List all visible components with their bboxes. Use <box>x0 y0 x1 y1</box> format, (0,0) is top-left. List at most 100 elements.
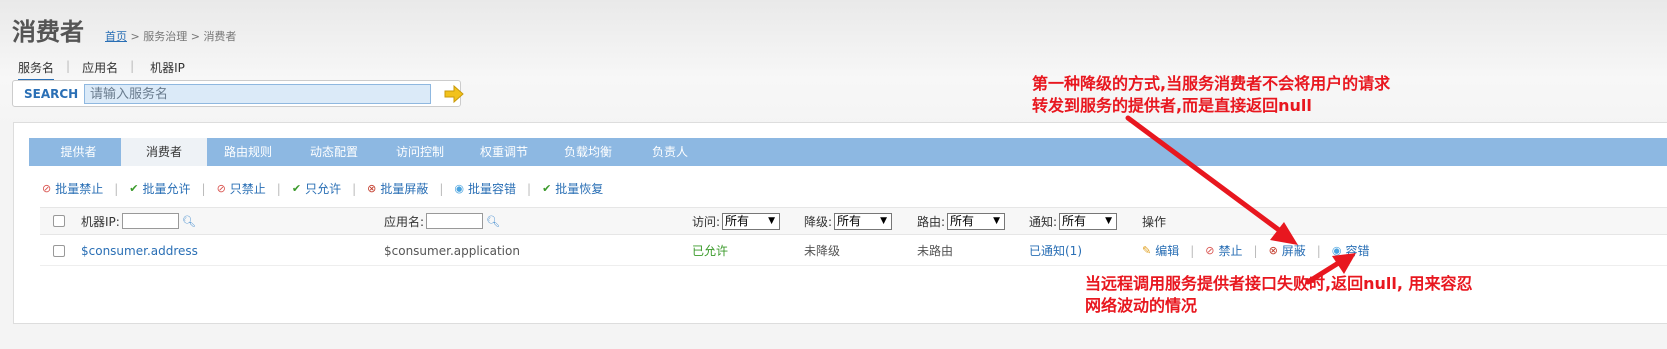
arrow-right-icon[interactable] <box>444 85 464 103</box>
divider: | <box>66 59 71 73</box>
divider: | <box>352 181 357 196</box>
batch-block-button[interactable]: ⊗ 批量屏蔽 <box>367 180 428 197</box>
batch-restore-button[interactable]: ✔ 批量恢复 <box>542 180 603 197</box>
batch-actions-toolbar: ⊘ 批量禁止 | ✔ 批量允许 | ⊘ 只禁止 | ✔ 只允许 | ⊗ 批量屏蔽 | ◉ 批… <box>42 180 603 197</box>
divider: | <box>201 181 206 196</box>
only-allow-button[interactable]: ✔ 只允许 <box>292 180 341 197</box>
breadcrumb: 首页 > 服务治理 > 消费者 <box>105 28 236 44</box>
row-checkbox[interactable] <box>53 244 65 257</box>
tab-routing-rules[interactable]: 路由规则 <box>207 138 289 166</box>
consumer-table: 机器IP: 🔍︎ 应用名: 🔍︎ 访问: 所有 ▼ 降级: 所有 ▼ 路由: 所有 ▼ <box>40 207 1667 267</box>
access-filter: 访问: 所有 ▼ <box>692 208 781 234</box>
breadcrumb-separator: > <box>127 30 144 43</box>
check-icon: ✔ <box>291 182 302 195</box>
search-tab-machine-ip[interactable]: 机器IP <box>150 59 185 81</box>
action-label: 批量恢复 <box>555 182 604 196</box>
machine-ip-label: 机器IP: <box>81 214 120 229</box>
degrade-filter: 降级: 所有 ▼ <box>804 208 893 234</box>
action-label: 只允许 <box>305 182 342 196</box>
ban-icon: ⊘ <box>216 182 226 195</box>
machine-ip-filter: 机器IP: 🔍︎ <box>81 208 196 234</box>
app-name-filter: 应用名: 🔍︎ <box>384 208 500 234</box>
row-select-cell <box>53 236 65 265</box>
annotation-line: 转发到服务的提供者,而是直接返回null <box>1032 96 1312 115</box>
annotation-fault-tolerance: 当远程调用服务提供者接口失败时,返回null, 用来容忍 网络波动的情况 <box>1085 273 1472 317</box>
app-name-filter-input[interactable] <box>426 213 484 229</box>
tab-load-balance[interactable]: 负载均衡 <box>545 138 631 166</box>
operations-header: 操作 <box>1142 214 1167 229</box>
table-header: 机器IP: 🔍︎ 应用名: 🔍︎ 访问: 所有 ▼ 降级: 所有 ▼ 路由: 所有 ▼ <box>40 207 1667 235</box>
tolerance-icon: ◉ <box>1331 244 1342 257</box>
search-input[interactable] <box>84 84 431 104</box>
tolerance-button[interactable]: ◉ 容错 <box>1332 242 1370 259</box>
block-icon: ⊗ <box>1268 244 1278 257</box>
select-value: 所有 <box>725 213 750 228</box>
op-label: 屏蔽 <box>1281 244 1306 258</box>
notify-status-link[interactable]: 已通知(1) <box>1029 236 1082 265</box>
degrade-select[interactable]: 所有 ▼ <box>834 212 893 230</box>
tab-consumers[interactable]: 消费者 <box>121 138 207 166</box>
select-value: 所有 <box>950 213 975 228</box>
route-label: 路由: <box>917 214 946 229</box>
annotation-first-degrade-method: 第一种降级的方式,当服务消费者不会将用户的请求 转发到服务的提供者,而是直接返回… <box>1032 73 1390 117</box>
dropdown-arrow-icon: ▼ <box>880 215 888 226</box>
search-icon[interactable]: 🔍︎ <box>182 215 196 228</box>
action-label: 批量允许 <box>142 182 191 196</box>
annotation-line: 当远程调用服务提供者接口失败时,返回null, 用来容忍 <box>1085 274 1473 293</box>
degrade-status: 未降级 <box>804 244 841 258</box>
search-type-tabs: 服务名 | 应用名 | 机器IP <box>18 59 185 81</box>
annotation-line: 网络波动的情况 <box>1085 296 1198 315</box>
access-select[interactable]: 所有 ▼ <box>722 212 781 230</box>
breadcrumb-current: 消费者 <box>203 30 237 43</box>
tab-dynamic-config[interactable]: 动态配置 <box>291 138 377 166</box>
breadcrumb-section[interactable]: 服务治理 <box>143 30 187 43</box>
divider: | <box>1316 243 1321 258</box>
check-icon: ✔ <box>542 182 552 195</box>
annotation-line: 第一种降级的方式,当服务消费者不会将用户的请求 <box>1032 74 1391 93</box>
divider: | <box>130 59 135 73</box>
notify-select[interactable]: 所有 ▼ <box>1059 212 1118 230</box>
breadcrumb-separator: > <box>187 30 204 43</box>
select-all-cell <box>53 208 65 234</box>
header-background <box>0 0 1667 130</box>
notify-label: 通知: <box>1029 214 1058 229</box>
tab-access-control[interactable]: 访问控制 <box>377 138 463 166</box>
dropdown-arrow-icon: ▼ <box>1105 215 1113 226</box>
tab-weight-adjust[interactable]: 权重调节 <box>461 138 547 166</box>
block-icon: ⊗ <box>367 182 377 195</box>
search-tab-service-name[interactable]: 服务名 <box>18 59 55 81</box>
app-name-label: 应用名: <box>384 214 425 229</box>
tab-providers[interactable]: 提供者 <box>29 138 128 166</box>
forbid-button[interactable]: ⊘ 禁止 <box>1205 242 1242 259</box>
access-status: 已允许 <box>692 244 729 258</box>
consumer-application: $consumer.application <box>384 243 520 258</box>
route-filter: 路由: 所有 ▼ <box>917 208 1006 234</box>
select-value: 所有 <box>1062 213 1087 228</box>
ban-icon: ⊘ <box>1205 244 1215 257</box>
check-icon: ✔ <box>129 182 139 195</box>
only-forbid-button[interactable]: ⊘ 只禁止 <box>217 180 266 197</box>
action-label: 批量容错 <box>468 182 517 196</box>
ban-icon: ⊘ <box>42 182 52 195</box>
breadcrumb-home-link[interactable]: 首页 <box>105 30 127 43</box>
block-button[interactable]: ⊗ 屏蔽 <box>1269 242 1306 259</box>
pencil-icon: ✎ <box>1142 244 1152 257</box>
batch-forbid-button[interactable]: ⊘ 批量禁止 <box>42 180 103 197</box>
action-label: 只禁止 <box>229 182 266 196</box>
route-status: 未路由 <box>917 244 954 258</box>
consumer-address-link[interactable]: $consumer.address <box>81 236 198 265</box>
dropdown-arrow-icon: ▼ <box>993 215 1001 226</box>
edit-button[interactable]: ✎ 编辑 <box>1142 242 1179 259</box>
select-all-checkbox[interactable] <box>53 215 65 227</box>
search-icon[interactable]: 🔍︎ <box>486 215 500 228</box>
machine-ip-filter-input[interactable] <box>121 213 179 229</box>
batch-tolerance-button[interactable]: ◉ 批量容错 <box>454 180 516 197</box>
op-label: 容错 <box>1345 244 1370 258</box>
op-label: 编辑 <box>1155 244 1180 258</box>
route-select[interactable]: 所有 ▼ <box>947 212 1006 230</box>
tab-bar: 提供者 消费者 路由规则 动态配置 访问控制 权重调节 负载均衡 负责人 <box>29 138 1667 166</box>
action-label: 批量禁止 <box>55 182 104 196</box>
search-tab-app-name[interactable]: 应用名 <box>82 59 118 81</box>
tab-owner[interactable]: 负责人 <box>627 138 713 166</box>
batch-allow-button[interactable]: ✔ 批量允许 <box>129 180 190 197</box>
